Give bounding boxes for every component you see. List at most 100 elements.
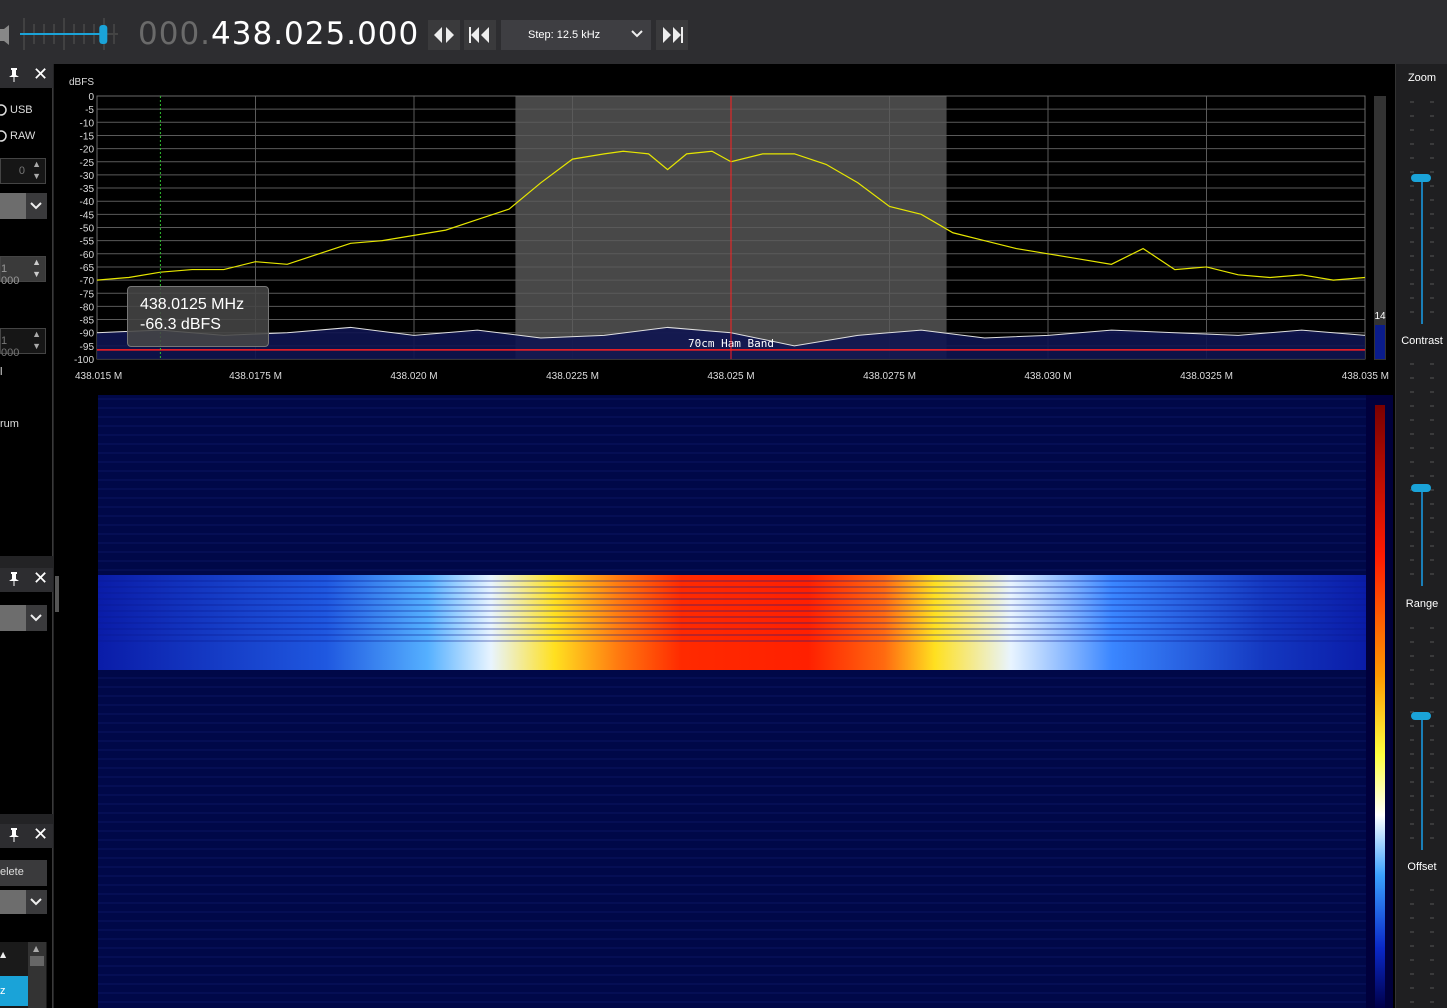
pin-icon[interactable] — [8, 68, 20, 82]
spin-up-icon[interactable]: ▲ — [32, 329, 41, 339]
y-tick-label: -80 — [80, 302, 95, 313]
right-dock: Zoom Contrast Range Offset — [1395, 64, 1447, 1008]
panel-header: ✕ — [0, 568, 53, 592]
chevron-down-icon — [30, 898, 42, 906]
usb-radio[interactable] — [0, 103, 8, 117]
x-tick-label: 438.020 M — [390, 371, 437, 382]
bookmarks-panel: ✕ elete ▲ ▲ z — [0, 824, 53, 1008]
combo-2[interactable] — [0, 605, 47, 631]
swap-button[interactable] — [428, 20, 460, 50]
volume-slider[interactable] — [18, 14, 123, 54]
usb-label: USB — [10, 104, 33, 116]
frequency-display[interactable]: 000.438.025.000 — [138, 16, 419, 52]
raw-label: RAW — [10, 130, 36, 142]
sort-up-icon[interactable]: ▲ — [0, 950, 6, 959]
close-icon[interactable]: ✕ — [33, 825, 48, 845]
dock-splitter[interactable] — [55, 576, 59, 612]
y-tick-label: -55 — [80, 237, 95, 248]
left-right-arrows-icon — [434, 27, 454, 43]
raw-radio[interactable] — [0, 129, 8, 143]
chevron-down-icon — [30, 202, 42, 210]
y-tick-label: -15 — [80, 131, 95, 142]
y-tick-label: -60 — [80, 250, 95, 261]
y-tick-label: -40 — [80, 197, 95, 208]
range-label: Range — [1405, 598, 1439, 610]
close-icon[interactable]: ✕ — [33, 569, 48, 589]
y-tick-label: -5 — [85, 105, 94, 116]
contrast-slider[interactable] — [1396, 356, 1447, 586]
range-slider[interactable] — [1396, 620, 1447, 850]
spin-down-icon[interactable]: ▼ — [32, 341, 41, 351]
offset-label: Offset — [1407, 861, 1437, 873]
partial-label-1: l — [0, 366, 3, 378]
close-icon[interactable]: ✕ — [33, 65, 48, 85]
speaker-icon[interactable] — [0, 24, 12, 46]
y-tick-label: -65 — [80, 263, 95, 274]
step-value: Step: 12.5 kHz — [528, 29, 601, 41]
spinbox-1[interactable]: 0 ▲ ▼ — [0, 158, 46, 184]
spin-down-icon[interactable]: ▼ — [32, 171, 41, 181]
x-tick-label: 438.0225 M — [546, 371, 599, 382]
y-tick-label: -75 — [80, 289, 95, 300]
receiver-options-panel: ✕ USB RAW 0 ▲ ▼ 1 000 ▲ ▼ 1 000 ▲ ▼ l ru… — [0, 64, 53, 556]
pin-icon[interactable] — [8, 572, 20, 586]
list-scrollbar[interactable]: ▲ — [28, 942, 46, 1008]
rewind-icon — [469, 27, 489, 43]
contrast-handle[interactable] — [1411, 484, 1431, 492]
tooltip-level: -66.3 dBFS — [140, 316, 221, 333]
frequency-digits: 438.025.000 — [211, 16, 420, 52]
spinbox-3-value: 1 000 — [1, 335, 20, 359]
spin-up-icon[interactable]: ▲ — [32, 159, 41, 169]
delete-button[interactable]: elete — [0, 860, 47, 886]
fast-forward-icon — [663, 27, 683, 43]
waterfall-colorbar — [1375, 405, 1385, 1008]
step-select[interactable]: Step: 12.5 kHz — [501, 20, 651, 50]
y-tick-label: -50 — [80, 224, 95, 235]
tooltip-frequency: 438.0125 MHz — [140, 296, 245, 313]
toolbar: 000.438.025.000 Step: 12.5 kHz — [0, 0, 1447, 64]
combo-3[interactable] — [0, 890, 47, 914]
step-forward-button[interactable] — [656, 20, 688, 50]
spin-up-icon[interactable]: ▲ — [32, 257, 41, 267]
zoom-label: Zoom — [1407, 72, 1437, 84]
y-tick-label: -30 — [80, 171, 95, 182]
waterfall-image[interactable] — [66, 395, 1393, 1008]
spinbox-2[interactable]: 1 000 ▲ ▼ — [0, 256, 46, 287]
y-tick-label: -100 — [74, 355, 94, 366]
spin-down-icon[interactable]: ▼ — [32, 269, 41, 279]
waterfall-display[interactable] — [66, 395, 1393, 1008]
spinbox-2-value: 1 000 — [1, 263, 20, 287]
y-tick-label: -45 — [80, 210, 95, 221]
y-axis-label: dBFS — [69, 77, 94, 88]
y-tick-label: -85 — [80, 316, 95, 327]
combo-1[interactable] — [0, 193, 47, 219]
waterfall-background — [98, 395, 1366, 1008]
y-tick-label: -95 — [80, 342, 95, 353]
peak-meter-fill — [1375, 325, 1385, 359]
chevron-down-icon — [631, 30, 643, 38]
x-tick-label: 438.015 M — [75, 371, 122, 382]
step-back-button[interactable] — [464, 20, 496, 50]
offset-ticks — [1410, 889, 1434, 1003]
left-dock: ✕ USB RAW 0 ▲ ▼ 1 000 ▲ ▼ 1 000 ▲ ▼ l ru… — [0, 64, 59, 1008]
pin-icon[interactable] — [8, 828, 20, 842]
zoom-handle[interactable] — [1411, 174, 1431, 182]
frequency-leading-digits: 000. — [138, 16, 212, 52]
x-tick-label: 438.025 M — [707, 371, 754, 382]
y-tick-label: -35 — [80, 184, 95, 195]
range-handle[interactable] — [1411, 712, 1431, 720]
contrast-label: Contrast — [1401, 335, 1443, 347]
x-tick-label: 438.035 M — [1342, 371, 1389, 382]
partial-label-rum: rum — [0, 418, 19, 430]
bookmark-list[interactable]: ▲ ▲ z — [0, 942, 47, 1008]
x-tick-label: 438.0325 M — [1180, 371, 1233, 382]
scroll-up-icon[interactable]: ▲ — [33, 944, 39, 953]
y-tick-label: -70 — [80, 276, 95, 287]
offset-slider[interactable] — [1396, 882, 1447, 1008]
panel-header: ✕ — [0, 64, 53, 88]
zoom-slider[interactable] — [1396, 94, 1447, 324]
scroll-thumb[interactable] — [30, 956, 44, 966]
spinbox-3[interactable]: 1 000 ▲ ▼ — [0, 328, 46, 359]
list-item-selected[interactable]: z — [0, 976, 28, 1006]
y-tick-label: -90 — [80, 329, 95, 340]
